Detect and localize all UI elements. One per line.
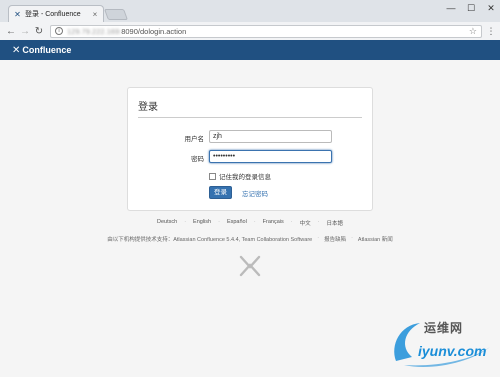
tab-close-icon[interactable]: × [91,10,99,19]
remember-checkbox[interactable] [209,172,216,180]
powered-by-text: 由以下机构提供技术支持：Atlassian Confluence 5.4.4, … [107,237,313,243]
site-watermark: 运维网 iyunv.com [390,317,494,369]
info-icon[interactable]: i [55,27,63,35]
bookmark-star-icon[interactable]: ☆ [469,26,477,37]
confluence-favicon-icon: ✕ [14,9,21,19]
watermark-domain: iyunv.com [418,343,487,359]
lang-link-de[interactable]: Deutsch [157,219,177,227]
browser-chrome: ✕ 登录 - Confluence × — ☐ ✕ ← → ↻ i 129.79… [0,0,500,40]
browser-menu-icon[interactable]: ⋮ [486,26,496,37]
forward-arrow-icon[interactable]: → [18,26,32,37]
reload-icon[interactable]: ↻ [32,26,46,37]
username-label: 用户名 [184,136,205,143]
password-input[interactable]: ••••••••• [209,150,332,163]
password-label: 密码 [191,156,204,163]
browser-tab[interactable]: ✕ 登录 - Confluence × [8,5,104,22]
tab-strip: ✕ 登录 - Confluence × — ☐ ✕ [0,0,500,22]
language-links: Deutsch · English · Español · Français ·… [157,219,343,227]
url-host: 129.79.222.169: [67,26,122,36]
atlassian-footer-logo-icon[interactable] [238,254,262,278]
divider [138,117,362,118]
lang-link-fr[interactable]: Français [263,219,284,227]
login-form: 登录 用户名 zjh 密码 ••••••••• 记住我的登录信息 登录 忘记密码 [127,87,373,211]
back-arrow-icon[interactable]: ← [4,26,18,37]
footer: 由以下机构提供技术支持：Atlassian Confluence 5.4.4, … [107,235,393,243]
report-bug-link[interactable]: 报告缺陷 [324,235,346,243]
close-window-button[interactable]: ✕ [486,3,496,14]
username-input[interactable]: zjh [209,130,332,143]
minimize-button[interactable]: — [446,3,456,14]
new-tab-button[interactable] [103,9,129,20]
logo-text: Confluence [22,45,72,55]
login-button[interactable]: 登录 [209,186,232,199]
remember-me[interactable]: 记住我的登录信息 [209,171,271,181]
atlassian-news-link[interactable]: Atlassian 新闻 [358,235,393,243]
address-bar[interactable]: i 129.79.222.169: 8090/dologin.action ☆ [50,24,482,38]
login-title: 登录 [138,102,158,113]
url-path: 8090/dologin.action [121,26,187,36]
forgot-password-link[interactable]: 忘记密码 [242,188,268,198]
confluence-logo[interactable]: ✕ Confluence [12,45,71,56]
lang-link-en[interactable]: English [193,219,211,227]
tab-title: 登录 - Confluence [25,11,81,18]
confluence-x-icon: ✕ [12,44,21,56]
lang-link-ja[interactable]: 日本語 [326,219,343,227]
confluence-header: ✕ Confluence [0,40,500,60]
watermark-brand: 运维网 [424,321,464,335]
window-controls: — ☐ ✕ [446,3,496,14]
lang-link-es[interactable]: Español [227,219,247,227]
remember-label: 记住我的登录信息 [219,174,271,181]
lang-link-zh[interactable]: 中文 [300,219,311,227]
maximize-button[interactable]: ☐ [466,3,476,14]
browser-toolbar: ← → ↻ i 129.79.222.169: 8090/dologin.act… [0,22,500,40]
